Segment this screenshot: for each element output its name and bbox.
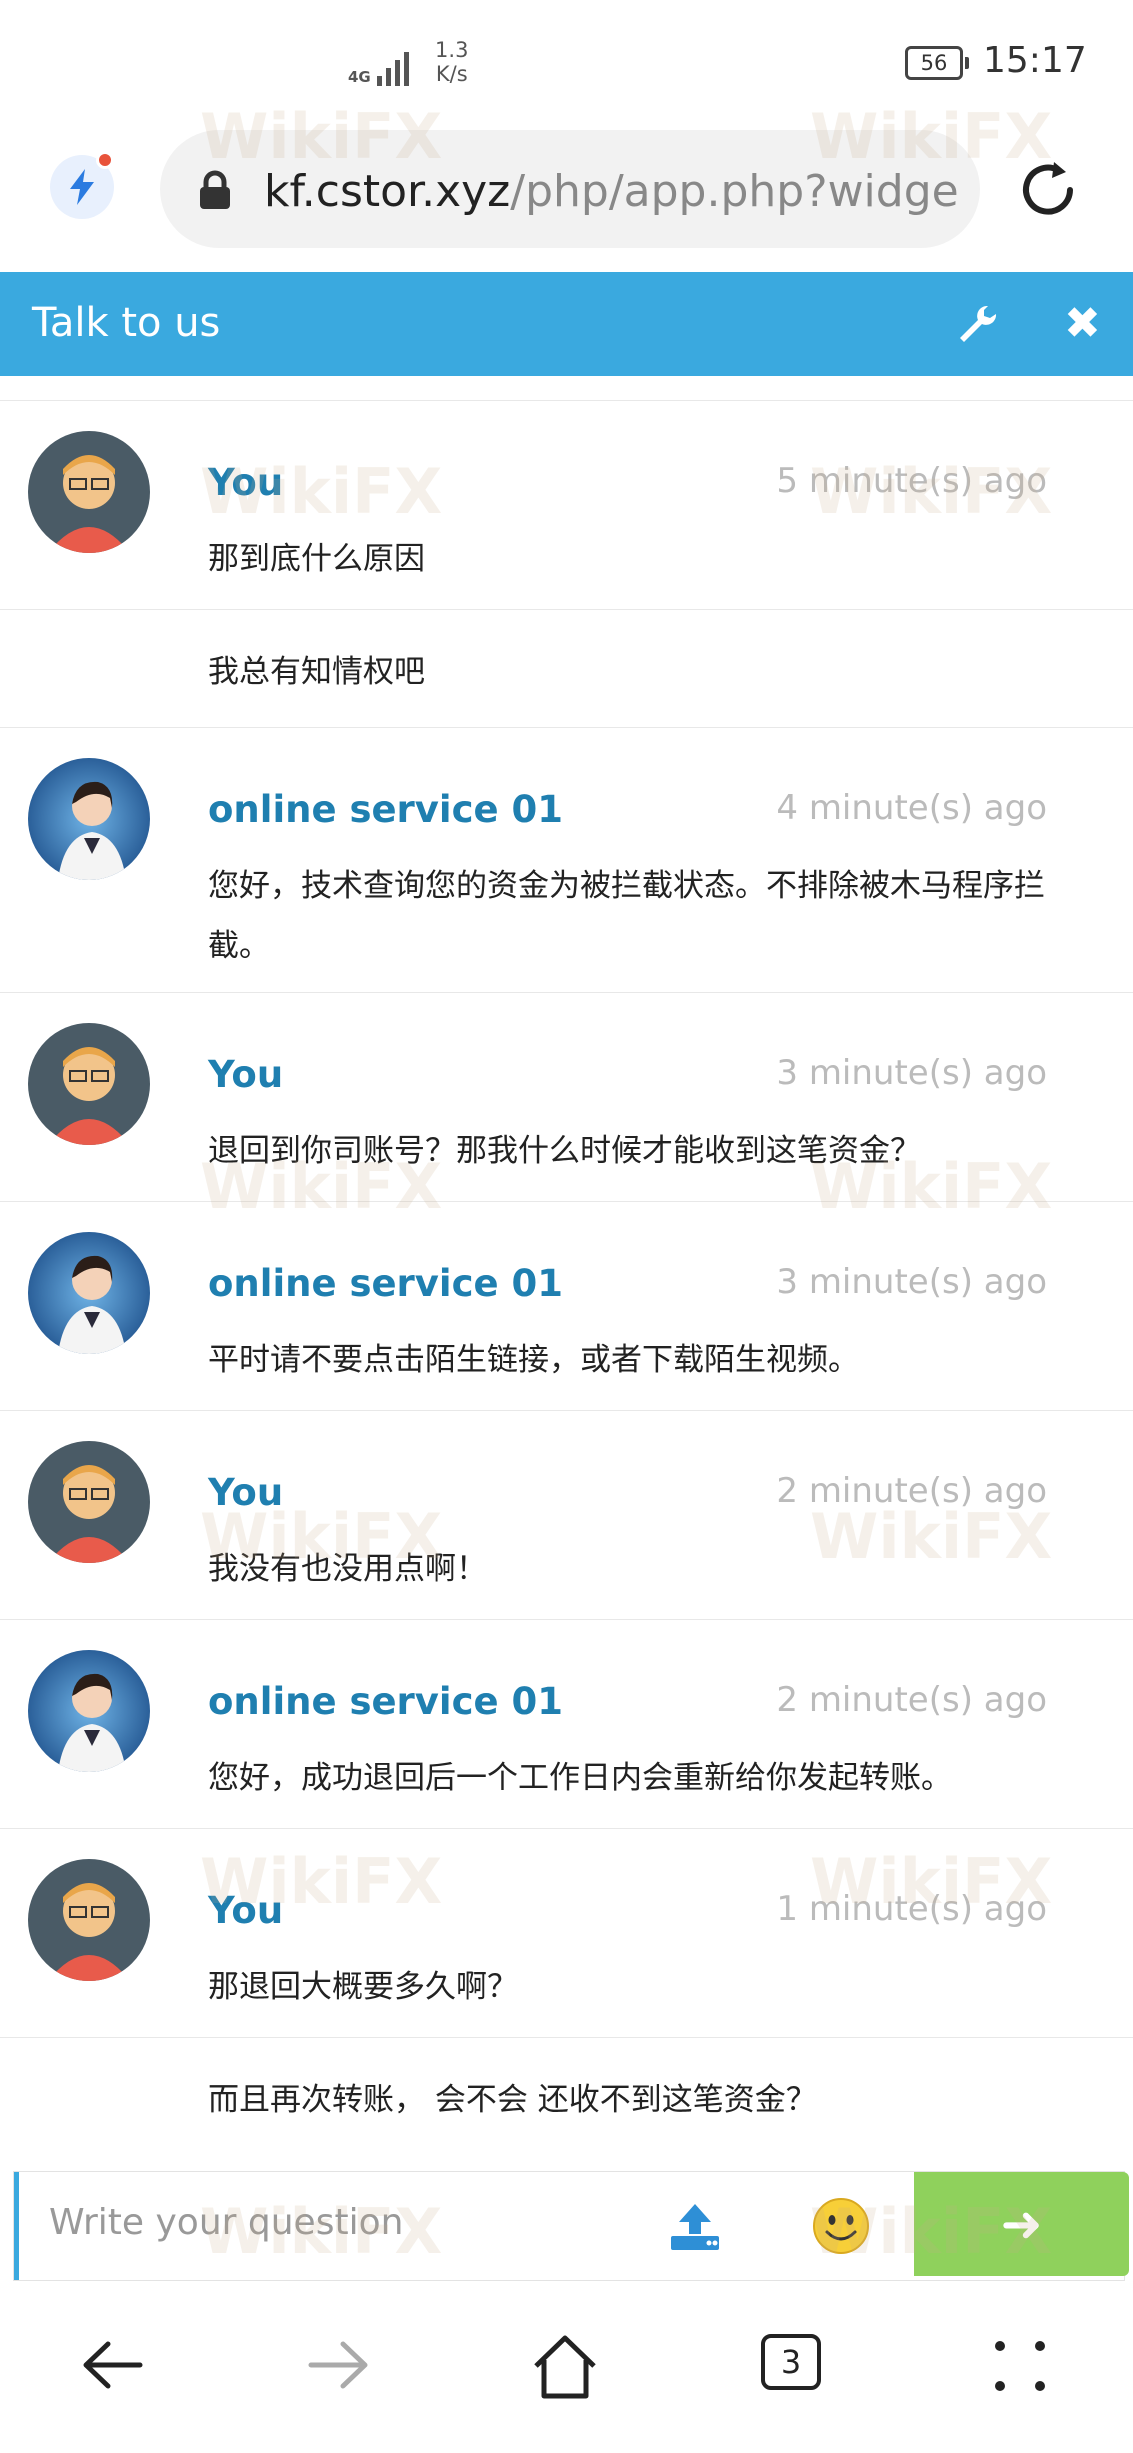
user-avatar-icon bbox=[28, 431, 150, 553]
message-text: 您好，技术查询您的资金为被拦截状态。不排除被木马程序拦截。 bbox=[208, 868, 1045, 964]
message-item: 我总有知情权吧 bbox=[0, 609, 1133, 727]
message-time: 5 minute(s) ago bbox=[776, 461, 1047, 501]
battery-icon: 56 bbox=[905, 46, 969, 80]
message-time: 2 minute(s) ago bbox=[776, 1680, 1047, 1720]
message-time: 4 minute(s) ago bbox=[776, 788, 1047, 828]
menu-icon[interactable] bbox=[990, 2336, 1050, 2400]
message-item: 而且再次转账， 会不会 还收不到这笔资金？ bbox=[0, 2037, 1133, 2155]
chat-header: Talk to us ✖ bbox=[0, 272, 1133, 376]
message-author: online service 01 bbox=[208, 1262, 564, 1305]
agent-avatar-icon bbox=[28, 758, 150, 880]
message-time: 3 minute(s) ago bbox=[776, 1262, 1047, 1302]
network-type: 4G bbox=[348, 68, 371, 86]
send-button[interactable]: ➜ bbox=[914, 2172, 1129, 2276]
wrench-icon[interactable] bbox=[958, 304, 998, 348]
close-icon[interactable]: ✖ bbox=[1064, 302, 1101, 346]
tabs-button[interactable]: 3 bbox=[761, 2334, 821, 2390]
battery-level: 56 bbox=[920, 51, 948, 75]
message-item: online service 01 2 minute(s) ago 您好，成功退… bbox=[0, 1619, 1133, 1828]
message-author: You bbox=[208, 1889, 284, 1932]
message-text: 我总有知情权吧 bbox=[208, 654, 425, 690]
message-time: 2 minute(s) ago bbox=[776, 1471, 1047, 1511]
message-text: 而且再次转账， 会不会 还收不到这笔资金？ bbox=[208, 2082, 817, 2118]
bolt-icon[interactable] bbox=[50, 151, 114, 219]
status-bar: 4G 1.3 K/s 56 15:17 bbox=[0, 0, 1133, 120]
smiley-icon[interactable] bbox=[811, 2196, 871, 2260]
message-author: online service 01 bbox=[208, 788, 564, 831]
message-text: 退回到你司账号？那我什么时候才能收到这笔资金？ bbox=[208, 1133, 921, 1169]
speed-value: 1.3 bbox=[435, 38, 469, 62]
back-icon[interactable] bbox=[80, 2332, 146, 2402]
user-avatar-icon bbox=[28, 1023, 150, 1145]
message-text: 那到底什么原因 bbox=[208, 541, 425, 577]
agent-avatar-icon bbox=[28, 1650, 150, 1772]
message-item: You 1 minute(s) ago 那退回大概要多久啊？ bbox=[0, 1828, 1133, 2037]
message-item: You 3 minute(s) ago 退回到你司账号？那我什么时候才能收到这笔… bbox=[0, 992, 1133, 1201]
forward-icon[interactable] bbox=[305, 2332, 371, 2402]
network-speed: 1.3 K/s bbox=[427, 38, 477, 86]
message-item: online service 01 3 minute(s) ago 平时请不要点… bbox=[0, 1201, 1133, 1410]
message-time: 3 minute(s) ago bbox=[776, 1053, 1047, 1093]
message-author: You bbox=[208, 461, 284, 504]
message-item: online service 01 4 minute(s) ago 您好，技术查… bbox=[0, 727, 1133, 992]
speed-unit: K/s bbox=[435, 62, 468, 86]
clock: 15:17 bbox=[983, 40, 1087, 81]
message-text: 我没有也没用点啊！ bbox=[208, 1551, 487, 1587]
url-host: kf.cstor.xyz bbox=[264, 166, 511, 217]
browser-toolbar: kf.cstor.xyz/php/app.php?widge bbox=[0, 120, 1133, 272]
notification-dot bbox=[96, 151, 114, 169]
agent-avatar-icon bbox=[28, 1232, 150, 1354]
message-list[interactable]: You 5 minute(s) ago 那到底什么原因 我总有知情权吧 onli… bbox=[0, 376, 1133, 2160]
address-bar[interactable]: kf.cstor.xyz/php/app.php?widge bbox=[160, 130, 980, 248]
network-indicator: 4G 1.3 K/s bbox=[348, 38, 477, 86]
home-icon[interactable] bbox=[530, 2332, 600, 2406]
message-author: You bbox=[208, 1471, 284, 1514]
message-author: online service 01 bbox=[208, 1680, 564, 1723]
signal-icon bbox=[376, 50, 409, 86]
message-item: You 2 minute(s) ago 我没有也没用点啊！ bbox=[0, 1410, 1133, 1619]
message-text: 那退回大概要多久啊？ bbox=[208, 1969, 518, 2005]
url-text[interactable]: kf.cstor.xyz/php/app.php?widge bbox=[264, 166, 959, 217]
upload-icon[interactable] bbox=[669, 2200, 721, 2256]
user-avatar-icon bbox=[28, 1441, 150, 1563]
reload-icon[interactable] bbox=[1012, 154, 1084, 230]
message-text: 平时请不要点击陌生链接，或者下载陌生视频。 bbox=[208, 1342, 859, 1378]
message-author: You bbox=[208, 1053, 284, 1096]
message-item: You 5 minute(s) ago 那到底什么原因 bbox=[0, 400, 1133, 609]
message-time: 1 minute(s) ago bbox=[776, 1889, 1047, 1929]
message-composer: Write your question ➜ bbox=[14, 2172, 1129, 2280]
url-path: /php/app.php?widge bbox=[510, 166, 959, 217]
browser-nav-bar: 3 bbox=[0, 2296, 1133, 2453]
lock-icon bbox=[198, 170, 232, 214]
message-text: 您好，成功退回后一个工作日内会重新给你发起转账。 bbox=[208, 1760, 952, 1796]
chat-title: Talk to us bbox=[32, 300, 221, 346]
user-avatar-icon bbox=[28, 1859, 150, 1981]
question-input[interactable]: Write your question bbox=[49, 2202, 403, 2243]
